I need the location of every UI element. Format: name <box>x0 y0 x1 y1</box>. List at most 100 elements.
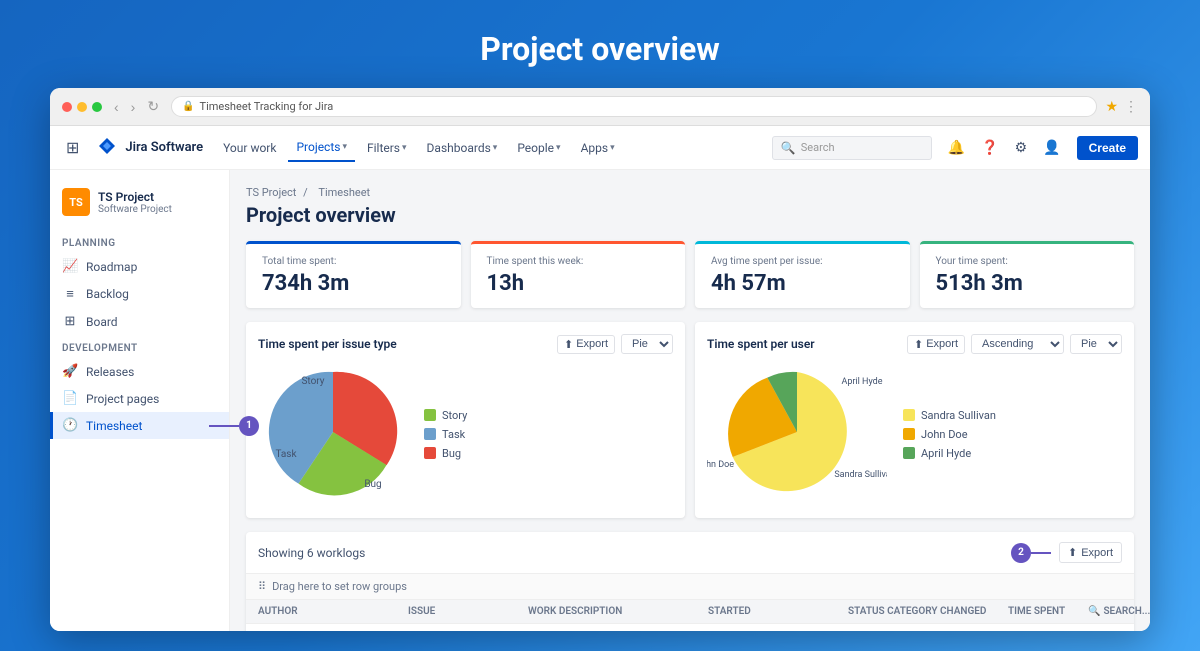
drag-hint: ⠿ Drag here to set row groups <box>246 574 1134 600</box>
content-title: Project overview <box>246 203 1134 227</box>
sidebar-item-board[interactable]: ⊞ Board <box>50 308 229 335</box>
th-search[interactable]: 🔍 Search... <box>1088 606 1150 617</box>
th-time: Time Spent <box>1008 606 1088 617</box>
sidebar: TS TS Project Software Project Planning … <box>50 170 230 631</box>
sidebar-item-project-pages[interactable]: 📄 Project pages <box>50 385 229 412</box>
stats-row: Total time spent: 734h 3m Time spent thi… <box>246 241 1134 308</box>
chart-right-legend: Sandra Sullivan John Doe April Hyde <box>903 409 996 460</box>
jira-logo-icon <box>95 136 119 160</box>
tl-red[interactable] <box>62 102 72 112</box>
chart-left-legend: Story Task Bug <box>424 409 467 460</box>
pie-chart-right: April Hyde John Doe Sandra Sullivan <box>707 362 887 506</box>
stat-label: Avg time spent per issue: <box>711 256 894 267</box>
planning-label: Planning <box>50 230 229 253</box>
stat-card-avg: Avg time spent per issue: 4h 57m <box>695 241 910 308</box>
table-header: Author Issue Work description Started St… <box>246 600 1134 624</box>
project-type: Software Project <box>98 204 217 215</box>
sidebar-item-releases[interactable]: 🚀 Releases <box>50 358 229 385</box>
back-button[interactable]: ‹ <box>110 96 123 117</box>
svg-text:John Doe: John Doe <box>707 460 734 470</box>
nav-item-dashboards[interactable]: Dashboards ▾ <box>419 135 506 161</box>
th-description: Work description <box>528 606 708 617</box>
stat-label: Your time spent: <box>936 256 1119 267</box>
stat-value: 513h 3m <box>936 271 1119 296</box>
backlog-icon: ≡ <box>62 286 78 302</box>
step-1-badge: 1 <box>209 416 259 436</box>
address-bar[interactable]: 🔒 Timesheet Tracking for Jira <box>171 96 1097 117</box>
search-icon: 🔍 <box>1088 606 1100 617</box>
sidebar-item-timesheet[interactable]: 🕐 Timesheet 1 <box>50 412 229 439</box>
chart-right-type-select[interactable]: Pie Bar <box>1070 334 1122 354</box>
pie-chart-left: Story Bug Task <box>258 362 408 506</box>
sidebar-item-label: Releases <box>86 365 134 379</box>
stat-value: 734h 3m <box>262 271 445 296</box>
star-icon[interactable]: ★ <box>1105 99 1118 115</box>
more-icon[interactable]: ⋮ <box>1124 99 1138 115</box>
svg-text:Bug: Bug <box>364 479 381 490</box>
chart-right-sort-select[interactable]: Ascending Descending <box>971 334 1064 354</box>
chart-left-export-button[interactable]: ⬆ Export <box>557 335 615 354</box>
worklogs-section: Showing 6 worklogs 2 ⬆ Export ⠿ <box>246 532 1134 631</box>
export-icon: ⬆ <box>914 338 923 351</box>
sidebar-item-label: Board <box>86 315 118 329</box>
svg-text:Sandra Sullivan: Sandra Sullivan <box>834 470 887 480</box>
tl-green[interactable] <box>92 102 102 112</box>
lock-icon: 🔒 <box>182 101 194 112</box>
nav-item-projects[interactable]: Projects ▾ <box>288 134 355 162</box>
board-icon: ⊞ <box>62 314 78 329</box>
chevron-down-icon: ▾ <box>556 143 561 153</box>
chart-left-type-select[interactable]: Pie Bar <box>621 334 673 354</box>
forward-button[interactable]: › <box>127 96 140 117</box>
chart-right-title: Time spent per user <box>707 337 815 351</box>
search-icon: 🔍 <box>781 141 796 155</box>
stat-value: 4h 57m <box>711 271 894 296</box>
roadmap-icon: 📈 <box>62 259 78 274</box>
settings-button[interactable]: ⚙ <box>1011 135 1032 160</box>
content-area: TS Project / Timesheet Project overview … <box>230 170 1150 631</box>
nav-item-apps[interactable]: Apps ▾ <box>573 135 623 161</box>
notifications-button[interactable]: 🔔 <box>944 135 969 160</box>
chart-right-export-button[interactable]: ⬆ Export <box>907 335 965 354</box>
breadcrumb-section: Timesheet <box>318 186 370 199</box>
grid-menu-button[interactable]: ⊞ <box>62 134 83 162</box>
address-text: Timesheet Tracking for Jira <box>200 100 334 113</box>
breadcrumb: TS Project / Timesheet <box>246 186 1134 199</box>
svg-text:Story: Story <box>301 376 324 387</box>
export-worklogs-button[interactable]: ⬆ Export <box>1059 542 1122 563</box>
timesheet-icon: 🕐 <box>62 418 78 433</box>
nav-search-bar[interactable]: 🔍 Search <box>772 136 932 160</box>
charts-row: Time spent per issue type ⬆ Export Pie B… <box>246 322 1134 518</box>
project-header: TS TS Project Software Project <box>50 182 229 222</box>
refresh-button[interactable]: ↻ <box>143 96 163 117</box>
legend-item-johndoe: John Doe <box>903 428 996 441</box>
create-button[interactable]: Create <box>1077 136 1138 160</box>
help-button[interactable]: ❓ <box>977 135 1002 160</box>
search-placeholder: Search <box>801 141 835 154</box>
project-icon: TS <box>62 188 90 216</box>
jira-logo-text: Jira Software <box>125 140 203 155</box>
user-avatar-button[interactable]: 👤 <box>1039 135 1064 160</box>
table-row: JD John Doe 🐛 MJ-13 Description Janvier,… <box>246 624 1134 631</box>
jira-logo: Jira Software <box>95 136 203 160</box>
breadcrumb-project[interactable]: TS Project <box>246 186 296 199</box>
nav-item-filters[interactable]: Filters ▾ <box>359 135 415 161</box>
stat-label: Total time spent: <box>262 256 445 267</box>
worklogs-count: Showing 6 worklogs <box>258 546 365 560</box>
th-started: Started <box>708 606 848 617</box>
stat-value: 13h <box>487 271 670 296</box>
development-label: Development <box>50 335 229 358</box>
nav-item-people[interactable]: People ▾ <box>509 135 568 161</box>
sidebar-item-backlog[interactable]: ≡ Backlog <box>50 280 229 308</box>
chart-left-title: Time spent per issue type <box>258 337 397 351</box>
nav-item-yourwork[interactable]: Your work <box>215 135 284 161</box>
tl-yellow[interactable] <box>77 102 87 112</box>
sidebar-item-roadmap[interactable]: 📈 Roadmap <box>50 253 229 280</box>
releases-icon: 🚀 <box>62 364 78 379</box>
th-status: Status category changed <box>848 606 1008 617</box>
export-icon: ⬆ <box>564 338 573 351</box>
chevron-down-icon: ▾ <box>493 143 498 153</box>
stat-label: Time spent this week: <box>487 256 670 267</box>
svg-text:April Hyde: April Hyde <box>841 377 882 387</box>
legend-item-sandra: Sandra Sullivan <box>903 409 996 422</box>
worklogs-header: Showing 6 worklogs 2 ⬆ Export <box>246 532 1134 574</box>
